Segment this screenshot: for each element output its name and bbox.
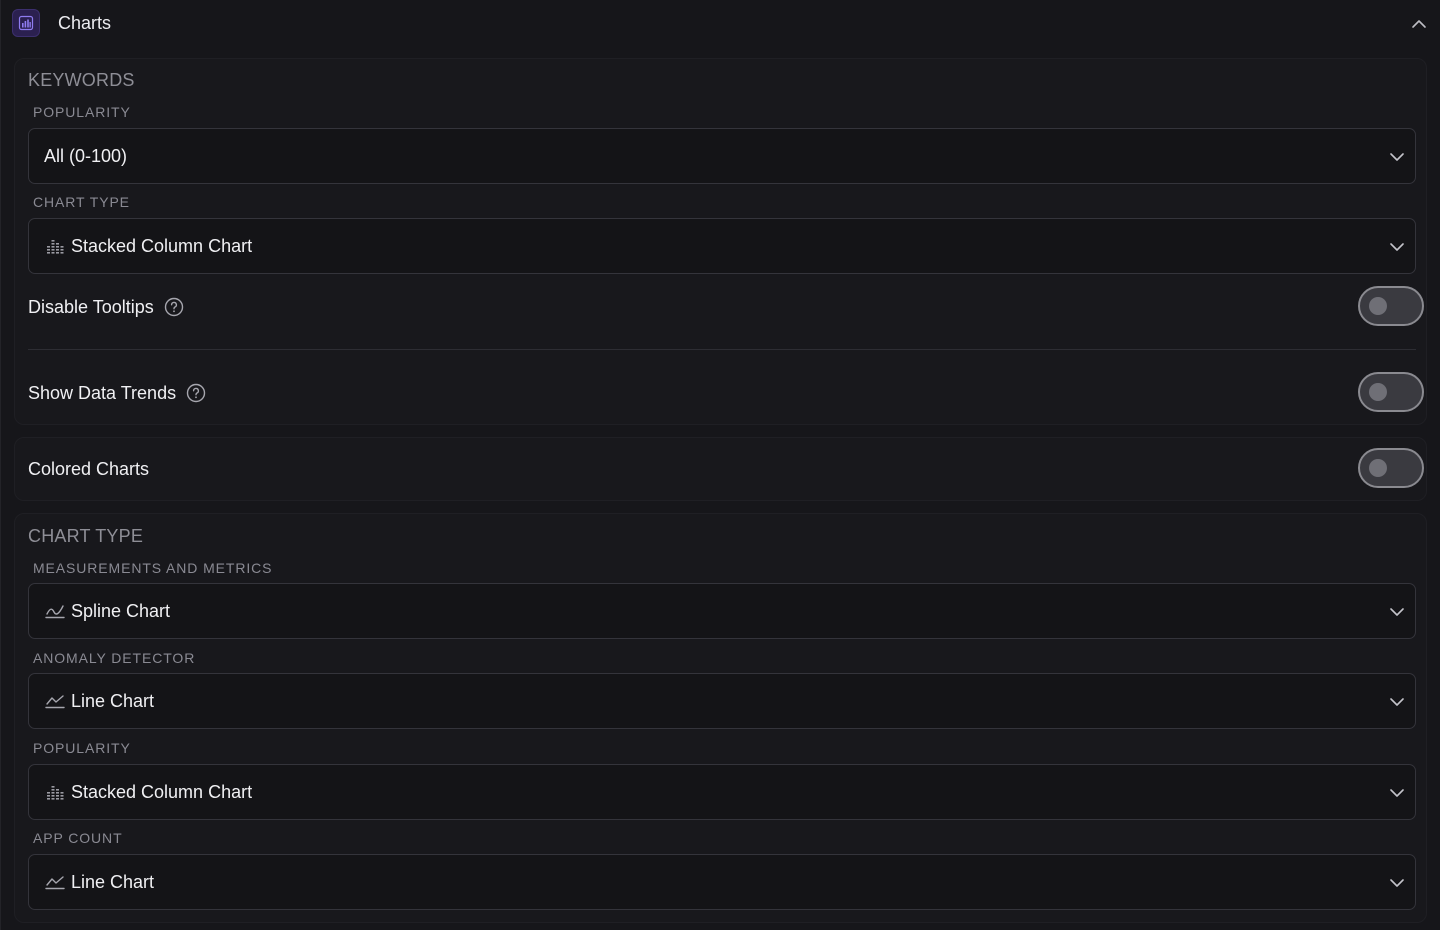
section-title: KEYWORDS	[28, 70, 135, 90]
chevron-down-icon	[1387, 602, 1407, 622]
line-chart-icon	[45, 691, 65, 711]
measurements-select[interactable]: Spline Chart	[28, 583, 1416, 639]
select-value: All (0-100)	[44, 145, 128, 166]
chart-type-select[interactable]: Stacked Column Chart	[28, 218, 1416, 274]
colored-charts-row: Colored Charts	[28, 447, 1424, 491]
popularity-chart-select[interactable]: Stacked Column Chart	[28, 764, 1416, 820]
show-data-trends-row: Show Data Trends	[28, 371, 1424, 415]
select-value: Spline Chart	[71, 600, 171, 621]
select-value: Line Chart	[71, 871, 155, 892]
chevron-down-icon	[1387, 237, 1407, 257]
bar-chart-icon	[12, 9, 40, 37]
line-chart-icon	[45, 872, 65, 892]
chevron-down-icon	[1387, 692, 1407, 712]
toggle-knob	[1369, 459, 1387, 477]
popularity-select[interactable]: All (0-100)	[28, 128, 1416, 184]
toggle-knob	[1369, 297, 1387, 315]
app-count-label: APP COUNT	[33, 830, 123, 846]
anomaly-detector-label: ANOMALY DETECTOR	[33, 650, 196, 666]
chevron-up-icon[interactable]	[1409, 14, 1429, 34]
select-value: Line Chart	[71, 690, 155, 711]
colored-charts-label: Colored Charts	[28, 458, 150, 479]
help-icon[interactable]	[164, 297, 184, 317]
colored-charts-section: Colored Charts	[14, 437, 1427, 501]
chevron-down-icon	[1387, 783, 1407, 803]
colored-charts-toggle[interactable]	[1358, 448, 1424, 488]
divider	[28, 349, 1416, 350]
measurements-label: MEASUREMENTS AND METRICS	[33, 560, 273, 576]
chart-type-section: CHART TYPE MEASUREMENTS AND METRICS Spli…	[14, 513, 1427, 923]
anomaly-detector-select[interactable]: Line Chart	[28, 673, 1416, 729]
spline-chart-icon	[45, 601, 65, 621]
app-count-select[interactable]: Line Chart	[28, 854, 1416, 910]
panel-header[interactable]: Charts	[1, 0, 1440, 48]
chevron-down-icon	[1387, 147, 1407, 167]
charts-settings-panel: Charts KEYWORDS POPULARITY All (0-100) C…	[0, 0, 1440, 930]
select-value: Stacked Column Chart	[71, 235, 253, 256]
select-value: Stacked Column Chart	[71, 781, 253, 802]
stacked-column-icon	[45, 236, 65, 256]
panel-title: Charts	[58, 13, 112, 33]
toggle-knob	[1369, 383, 1387, 401]
disable-tooltips-label: Disable Tooltips	[28, 296, 154, 317]
disable-tooltips-row: Disable Tooltips	[28, 285, 1424, 329]
show-data-trends-label: Show Data Trends	[28, 382, 177, 403]
chart-type-label: CHART TYPE	[33, 194, 130, 210]
section-title: CHART TYPE	[28, 526, 144, 546]
keywords-section: KEYWORDS POPULARITY All (0-100) CHART TY…	[14, 58, 1427, 425]
disable-tooltips-toggle[interactable]	[1358, 286, 1424, 326]
popularity-label: POPULARITY	[33, 104, 131, 120]
show-data-trends-toggle[interactable]	[1358, 372, 1424, 412]
help-icon[interactable]	[186, 383, 206, 403]
popularity-label: POPULARITY	[33, 740, 131, 756]
stacked-column-icon	[45, 782, 65, 802]
chevron-down-icon	[1387, 873, 1407, 893]
